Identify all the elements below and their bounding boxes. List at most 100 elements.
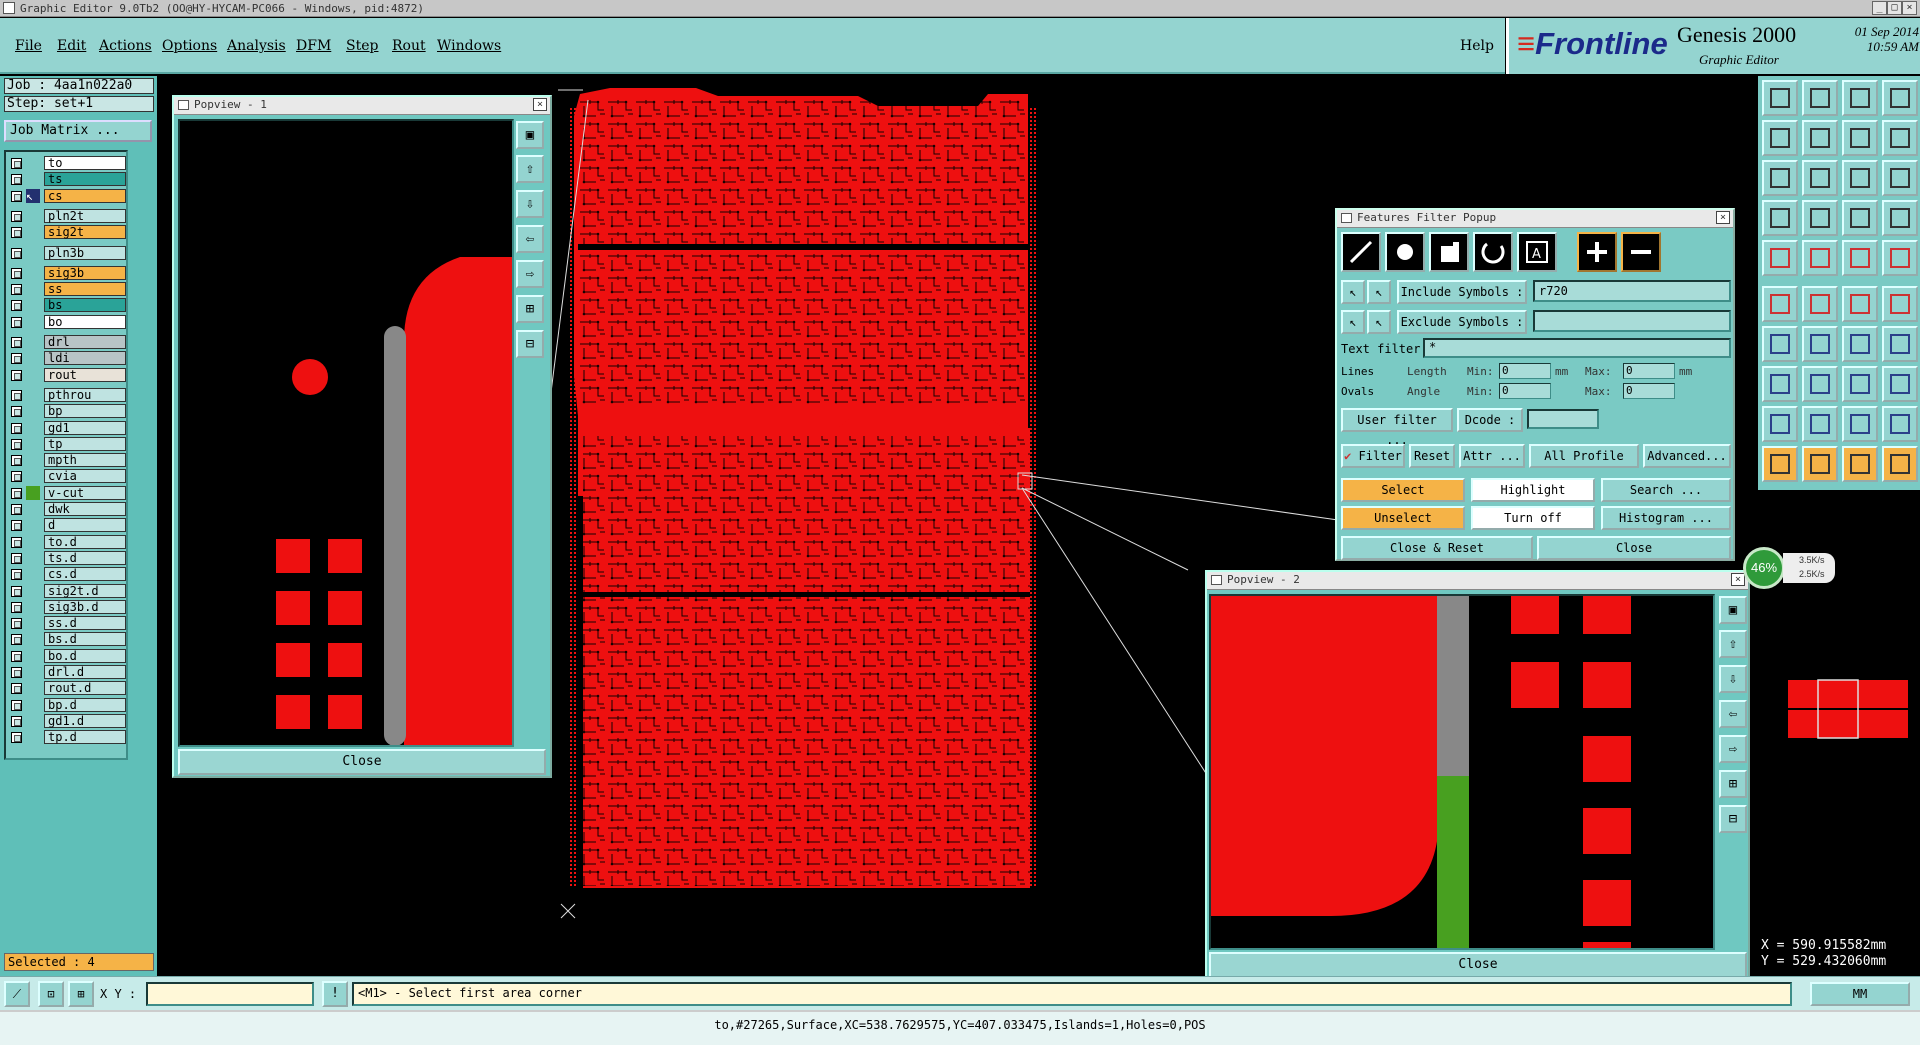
layer-checkbox[interactable] [11,536,22,548]
filter-positive-icon[interactable] [1577,232,1617,272]
layer-checkbox[interactable] [11,487,22,499]
layer-row-cs[interactable]: ↖ cs [8,188,126,203]
filter-arc-icon[interactable] [1473,232,1513,272]
layer-row-sig3b[interactable]: sig3b [8,265,126,280]
popview-1-close-icon[interactable]: × [533,98,547,111]
layer-checkbox[interactable] [11,585,22,597]
link-icon[interactable] [1882,200,1918,236]
layer-checkbox[interactable] [11,316,22,328]
pointer-red-icon[interactable] [1802,446,1838,482]
reset-button[interactable]: Reset [1409,444,1455,468]
highlight-button[interactable]: Highlight [1471,478,1595,502]
layer-checkbox[interactable] [11,227,22,239]
zoom-in-icon[interactable]: ⊞ [1719,770,1747,798]
menu-step[interactable]: Step [346,38,378,54]
layer-row-pln2t[interactable]: pln2t [8,208,126,223]
minus-icon[interactable] [1802,366,1838,402]
popview-1-canvas[interactable] [178,119,514,747]
exclude-symbols-input[interactable] [1533,310,1731,332]
cross-icon[interactable] [1802,286,1838,322]
flip-icon[interactable] [1882,120,1918,156]
histogram-button[interactable]: Histogram ... [1601,506,1731,530]
home-icon[interactable] [1842,80,1878,116]
layer-checkbox[interactable] [11,158,22,169]
lines-checkbox[interactable]: Lines [1341,365,1374,378]
layer-row-tp[interactable]: tp [8,436,126,451]
peak-icon[interactable] [1802,406,1838,442]
exclude-pick-icon[interactable]: ↖ [1367,310,1391,334]
layer-checkbox[interactable] [11,455,22,467]
layer-row-v-cut[interactable]: v-cut [8,485,126,500]
length-checkbox[interactable]: Length [1407,365,1447,378]
exclude-symbols-button[interactable]: Exclude Symbols : [1397,310,1527,334]
minimap[interactable] [1758,672,1920,742]
filter-line-icon[interactable] [1341,232,1381,272]
menu-options[interactable]: Options [162,38,217,54]
pan-down-icon[interactable]: ⇩ [1719,665,1747,693]
layer-checkbox[interactable] [11,406,22,418]
layer-checkbox[interactable] [11,353,22,365]
layer-row-pln3b[interactable]: pln3b [8,245,126,260]
layer-checkbox[interactable] [11,732,22,744]
unselect-button[interactable]: Unselect [1341,506,1465,530]
layer-row-bs.d[interactable]: bs.d [8,632,126,647]
bridge-icon[interactable] [1882,406,1918,442]
layer-checkbox[interactable] [11,190,22,202]
layer-row-bp.d[interactable]: bp.d [8,697,126,712]
scale-icon[interactable] [1842,160,1878,196]
layer-checkbox[interactable] [11,634,22,646]
advanced-button[interactable]: Advanced... [1643,444,1731,468]
pointer-alt-icon[interactable] [1842,446,1878,482]
features-filter-close-icon[interactable]: × [1716,211,1730,224]
pan-down-icon[interactable]: ⇩ [516,190,544,218]
layer-row-pthrou[interactable]: pthrou [8,387,126,402]
ruler-icon[interactable] [1842,240,1878,276]
layer-row-rout[interactable]: rout [8,367,126,382]
layer-checkbox[interactable] [11,438,22,450]
snap-icon[interactable]: ⊡ [38,981,64,1007]
layer-checkbox[interactable] [11,247,22,259]
profile-select[interactable]: All Profile [1529,444,1639,468]
units-select[interactable]: MM [1810,982,1910,1006]
fit-screen-icon[interactable] [1762,160,1798,196]
pad-icon[interactable] [1882,240,1918,276]
include-symbols-button[interactable]: Include Symbols : [1397,280,1527,304]
help-icon[interactable] [1882,160,1918,196]
angle-max-input[interactable]: 0 [1623,383,1675,399]
angle-min-input[interactable]: 0 [1499,383,1551,399]
ovals-checkbox[interactable]: Ovals [1341,385,1374,398]
pan-right-icon[interactable]: ⇨ [1719,735,1747,763]
menu-windows[interactable]: Windows [437,38,501,54]
filter-text-icon[interactable]: A [1517,232,1557,272]
menu-actions[interactable]: Actions [99,38,152,54]
layer-checkbox[interactable] [11,284,22,296]
layer-row-sig3b.d[interactable]: sig3b.d [8,599,126,614]
layer-checkbox[interactable] [11,471,22,483]
net-icon[interactable] [1842,200,1878,236]
line-draw-icon[interactable]: ⟋ [4,981,30,1007]
filter-pad-icon[interactable] [1385,232,1425,272]
node-icon[interactable] [1762,286,1798,322]
include-select-icon[interactable]: ↖ [1341,280,1365,304]
layer-row-bo[interactable]: bo [8,314,126,329]
angle-checkbox[interactable]: Angle [1407,385,1440,398]
layer-row-to.d[interactable]: to.d [8,534,126,549]
layer-row-dwk[interactable]: dwk [8,502,126,516]
layer-checkbox[interactable] [11,504,22,515]
zoom-in-icon[interactable]: ⊞ [516,295,544,323]
layer-row-d[interactable]: d [8,518,126,533]
dot-line-icon[interactable] [1882,286,1918,322]
slash-icon[interactable] [1802,326,1838,362]
copy-step-icon[interactable] [1842,120,1878,156]
layer-checkbox[interactable] [11,699,22,711]
close-window-button[interactable]: × [1902,1,1917,15]
layer-checkbox[interactable] [11,337,22,348]
text-filter-input[interactable]: * [1423,338,1731,358]
length-min-input[interactable]: 0 [1499,363,1551,379]
length-max-input[interactable]: 0 [1623,363,1675,379]
include-symbols-input[interactable]: r720 [1533,280,1731,302]
pan-right-icon[interactable]: ⇨ [516,260,544,288]
measure-icon[interactable] [1762,200,1798,236]
open-job-icon[interactable] [1762,80,1798,116]
filter-negative-icon[interactable] [1621,232,1661,272]
